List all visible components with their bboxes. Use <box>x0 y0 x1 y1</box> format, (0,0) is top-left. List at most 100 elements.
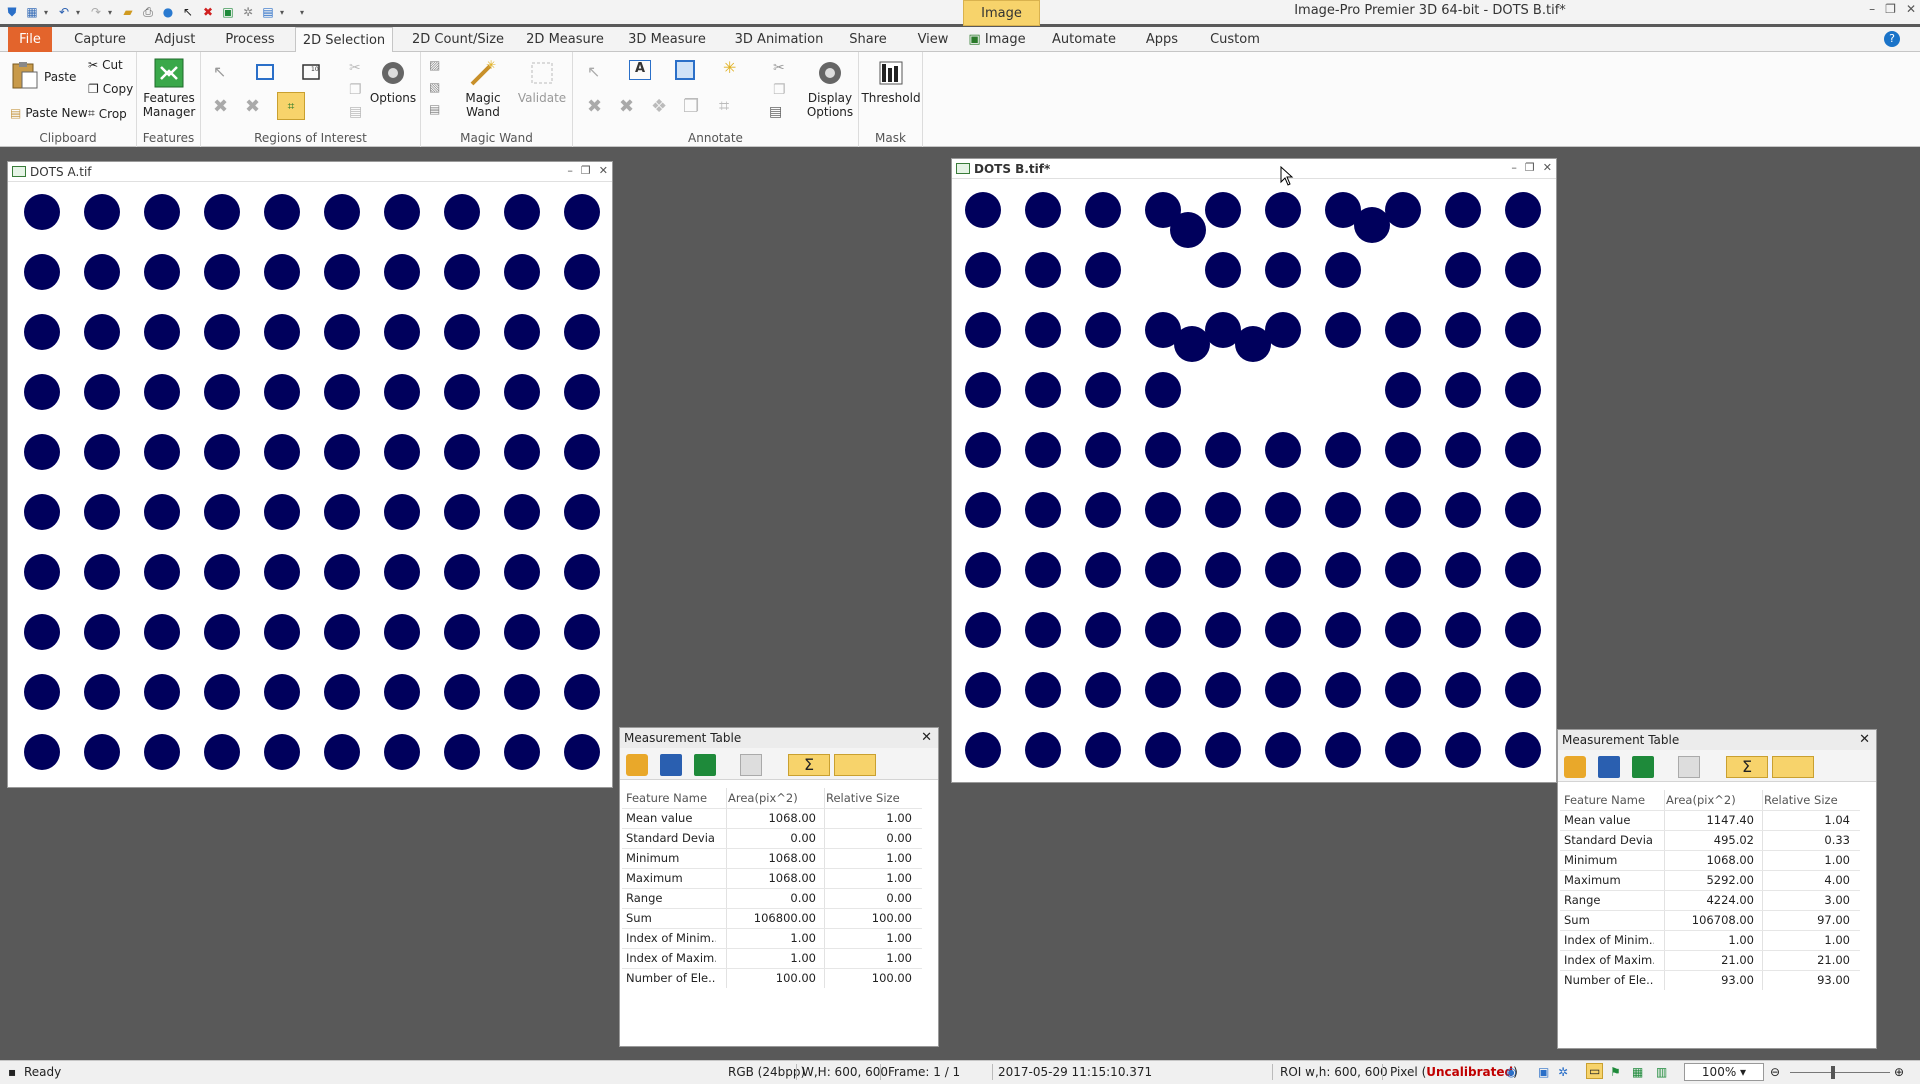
zoom-out-icon[interactable]: ⊖ <box>1770 1065 1780 1079</box>
minimize-icon[interactable]: – <box>1511 161 1517 174</box>
tab-process[interactable]: Process <box>220 27 280 52</box>
delete-all-annotation-icon[interactable]: ✖ <box>619 96 639 117</box>
tab-apps[interactable]: Apps <box>1140 27 1184 52</box>
table-row[interactable]: Mean value 1147.40 1.04 <box>1560 810 1860 830</box>
magic-wand-button[interactable]: ✳ Magic Wand <box>451 58 515 119</box>
table-row[interactable]: Sum 106708.00 97.00 <box>1560 910 1860 930</box>
open-icon[interactable]: ▰ <box>120 4 136 20</box>
status-calibration[interactable]: Pixel (Uncalibrated) <box>1390 1065 1518 1079</box>
open-icon[interactable] <box>1564 756 1586 778</box>
wand-mode2-icon[interactable]: ▧ <box>429 80 449 100</box>
wand-mode3-icon[interactable]: ▤ <box>429 102 449 122</box>
chart-settings-icon[interactable] <box>1678 756 1700 778</box>
roi-options-button[interactable]: Options <box>369 58 417 105</box>
select-roi-icon[interactable]: ↖ <box>213 62 233 82</box>
tab-adjust[interactable]: Adjust <box>148 27 202 52</box>
statistics-icon[interactable]: Σ <box>1726 756 1768 778</box>
help-icon[interactable]: ? <box>1884 31 1900 47</box>
annotation-group-icon[interactable]: ❖ <box>651 96 671 117</box>
statistics-icon[interactable]: Σ <box>788 754 830 776</box>
table-row[interactable]: Maximum 1068.00 1.00 <box>622 868 922 888</box>
text-annotation-icon[interactable]: A <box>629 60 651 80</box>
close-icon[interactable]: ✕ <box>1906 2 1916 16</box>
grid-roi-icon[interactable]: 10 <box>301 62 321 82</box>
delete-annotation-icon[interactable]: ✖ <box>587 96 607 117</box>
table-row[interactable]: Range 0.00 0.00 <box>622 888 922 908</box>
threshold-button[interactable]: Threshold <box>861 58 921 105</box>
table-row[interactable]: Range 4224.00 3.00 <box>1560 890 1860 910</box>
view-mode2-icon[interactable]: ✲ <box>1558 1065 1568 1079</box>
undo-icon[interactable]: ↶ <box>56 4 72 20</box>
annotation-cut-icon[interactable]: ✂ <box>773 60 793 80</box>
pointer-icon[interactable]: ↖ <box>180 4 196 20</box>
formula-icon[interactable] <box>834 754 876 776</box>
undo-dropdown-icon[interactable]: ▾ <box>76 8 84 17</box>
paste-new-button[interactable]: ▤ Paste New <box>10 106 88 120</box>
table-row[interactable]: Number of Ele... 93.00 93.00 <box>1560 970 1860 990</box>
tab-file[interactable]: File <box>8 27 52 52</box>
minimize-icon[interactable]: – <box>567 164 573 177</box>
roi-mode-icon[interactable]: ⌗ <box>277 92 305 120</box>
maximize-icon[interactable]: ❐ <box>1525 161 1535 174</box>
view-mode5-icon[interactable]: ▦ <box>1632 1065 1643 1079</box>
table-row[interactable]: Index of Maxim... 1.00 1.00 <box>622 948 922 968</box>
view-mode3-icon[interactable]: ▭ <box>1586 1063 1604 1079</box>
export-excel-icon[interactable] <box>1632 756 1654 778</box>
annotation-paste-icon[interactable]: ▤ <box>769 104 789 124</box>
tab-capture[interactable]: Capture <box>70 27 130 52</box>
annotation-burn-icon[interactable]: ⌗ <box>719 96 739 117</box>
minimize-icon[interactable]: – <box>1869 2 1875 16</box>
close-image-icon[interactable]: ✖ <box>200 4 216 20</box>
tab-image[interactable]: ▣ Image <box>966 27 1028 52</box>
redo-icon[interactable]: ↷ <box>88 4 104 20</box>
features-manager-button[interactable]: Features Manager <box>143 58 195 119</box>
chart-dropdown-icon[interactable]: ▾ <box>280 8 288 17</box>
open-icon[interactable] <box>626 754 648 776</box>
annotation-copy-icon[interactable]: ❐ <box>773 82 793 102</box>
save-icon[interactable] <box>1598 756 1620 778</box>
paste-roi-icon[interactable]: ▤ <box>349 104 369 124</box>
chart-settings-icon[interactable] <box>740 754 762 776</box>
image-canvas-b[interactable] <box>952 179 1556 782</box>
close-icon[interactable]: ✕ <box>1859 732 1870 747</box>
image-window-dots-a[interactable]: DOTS A.tif – ❐ ✕ <box>7 161 613 788</box>
zoom-slider-thumb[interactable] <box>1831 1066 1835 1079</box>
close-icon[interactable]: ✕ <box>921 730 932 745</box>
table-row[interactable]: Number of Ele... 100.00 100.00 <box>622 968 922 988</box>
image-window-dots-b[interactable]: DOTS B.tif* – ❐ ✕ <box>951 158 1557 783</box>
chart-icon[interactable]: ▤ <box>260 4 276 20</box>
view-mode6-icon[interactable]: ▥ <box>1656 1065 1667 1079</box>
tab-view[interactable]: View <box>908 27 958 52</box>
table-row[interactable]: Standard Devia... 495.02 0.33 <box>1560 830 1860 850</box>
table-row[interactable]: Mean value 1068.00 1.00 <box>622 808 922 828</box>
delete-all-roi-icon[interactable]: ✖ <box>245 96 265 117</box>
table-row[interactable]: Index of Minim... 1.00 1.00 <box>1560 930 1860 950</box>
cut-button[interactable]: ✂ Cut <box>88 58 123 72</box>
tab-3d-measure[interactable]: 3D Measure <box>626 27 708 52</box>
annotation-arrange-icon[interactable]: ❐ <box>683 96 703 117</box>
close-icon[interactable]: ✕ <box>1543 161 1552 174</box>
excel-icon[interactable]: ▣ <box>220 4 236 20</box>
formula-icon[interactable] <box>1772 756 1814 778</box>
redo-dropdown-icon[interactable]: ▾ <box>108 8 116 17</box>
wand-mode1-icon[interactable]: ▨ <box>429 58 449 78</box>
tab-2d-selection[interactable]: 2D Selection <box>295 27 393 53</box>
image-canvas-a[interactable] <box>8 182 612 787</box>
close-icon[interactable]: ✕ <box>599 164 608 177</box>
tab-2d-count-size[interactable]: 2D Count/Size <box>408 27 508 52</box>
display-options-button[interactable]: Display Options <box>805 58 855 119</box>
app-shield-icon[interactable]: ⛊ <box>4 4 20 20</box>
view-mode4-icon[interactable]: ⚑ <box>1610 1065 1621 1079</box>
zoom-select[interactable]: 100% ▾ <box>1684 1063 1764 1081</box>
view-mode1-icon[interactable]: ▣ <box>1538 1065 1549 1079</box>
customize-qat-icon[interactable]: ▾ <box>300 8 308 17</box>
globe-icon[interactable]: ● <box>160 4 176 20</box>
restore-icon[interactable]: ❐ <box>1885 2 1896 16</box>
maximize-icon[interactable]: ❐ <box>581 164 591 177</box>
table-row[interactable]: Index of Maxim... 21.00 21.00 <box>1560 950 1860 970</box>
zoom-in-icon[interactable]: ⊕ <box>1894 1065 1904 1079</box>
validate-button[interactable]: Validate <box>518 58 566 105</box>
copy-button[interactable]: ❐ Copy <box>88 82 133 96</box>
export-excel-icon[interactable] <box>694 754 716 776</box>
table-row[interactable]: Index of Minim... 1.00 1.00 <box>622 928 922 948</box>
